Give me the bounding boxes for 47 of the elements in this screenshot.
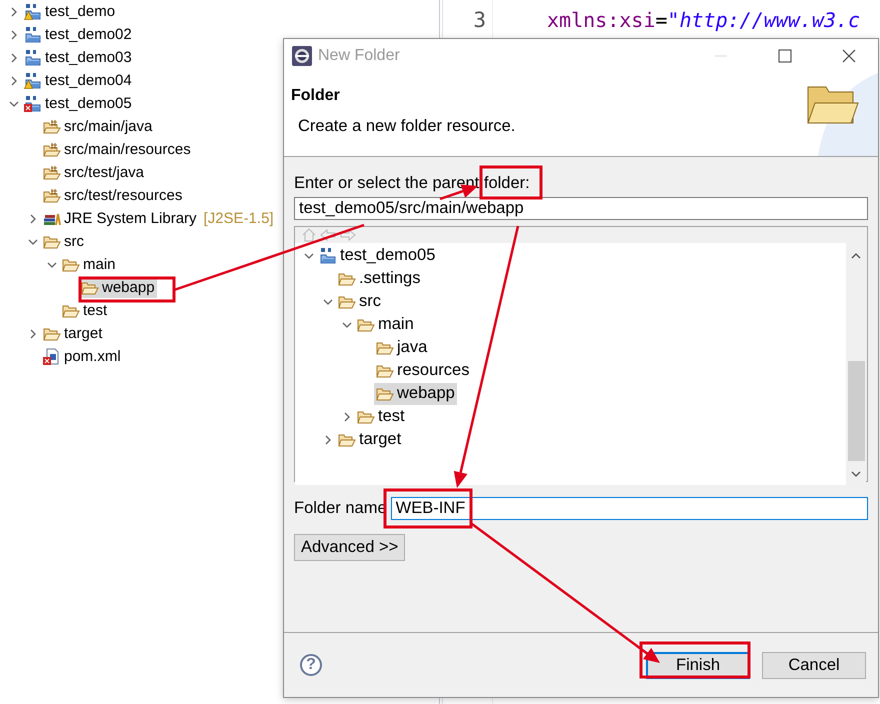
tree-item[interactable]: src/test/java (41, 162, 146, 182)
project-icon (24, 48, 42, 66)
close-icon[interactable] (842, 49, 856, 63)
tree-item[interactable]: resources (374, 360, 472, 382)
tree-item[interactable]: src (336, 290, 383, 312)
advanced-button[interactable]: Advanced >> (294, 534, 406, 561)
tree-item[interactable]: src/main/java (41, 116, 154, 136)
parent-folder-field[interactable]: test_demo05/src/main/webapp (294, 197, 868, 220)
tree-item[interactable]: JRE System Library [J2SE-1.5] (41, 208, 276, 228)
tree-item[interactable]: test_demo04 (22, 70, 134, 90)
tree-item[interactable]: test_demo02 (22, 24, 134, 44)
source-folder-icon (43, 118, 61, 134)
project-icon (319, 246, 337, 264)
tree-item[interactable]: test_demo03 (22, 48, 134, 68)
tree-item[interactable]: test (60, 300, 110, 320)
home-icon[interactable] (301, 227, 317, 243)
source-folder-icon (43, 140, 61, 158)
tree-item[interactable]: test_demo (22, 2, 118, 22)
project-icon (24, 26, 42, 42)
back-icon[interactable] (319, 227, 337, 243)
highlight-frame (480, 166, 542, 200)
tree-item[interactable]: java (374, 336, 430, 358)
tree-item[interactable]: test (355, 406, 407, 428)
source-folder-icon (43, 164, 61, 180)
folder-name-field[interactable]: WEB-INF (390, 497, 868, 520)
maximize-icon[interactable] (778, 49, 792, 63)
tree-item[interactable]: main (355, 314, 416, 336)
tree-item[interactable]: .settings (336, 268, 422, 290)
tree-item[interactable]: src (41, 232, 86, 252)
page-heading: Folder (291, 87, 341, 105)
dialog-button[interactable]: Cancel (762, 652, 866, 678)
tree-item[interactable]: target (336, 428, 404, 450)
page-description: Create a new folder resource. (298, 117, 516, 136)
tree-item[interactable]: target (41, 324, 104, 344)
tree-item[interactable]: pom.xml (41, 346, 123, 366)
dialog-title: New Folder (318, 47, 401, 65)
tree-item[interactable]: test_demo05 (317, 244, 438, 266)
app-icon (292, 46, 312, 66)
tree-item[interactable]: webapp (374, 382, 457, 404)
tree-item[interactable]: src/test/resources (41, 186, 184, 206)
tree-item[interactable]: test_demo05 (22, 94, 134, 114)
code-line: xmlns:xsi="http://www.w3.c (546, 7, 862, 32)
help-button[interactable]: ? (300, 654, 322, 676)
source-folder-icon (43, 186, 61, 204)
tree-item[interactable]: main (60, 254, 118, 274)
line-number: 3 (472, 7, 487, 32)
tree-item[interactable]: src/main/resources (41, 140, 193, 160)
